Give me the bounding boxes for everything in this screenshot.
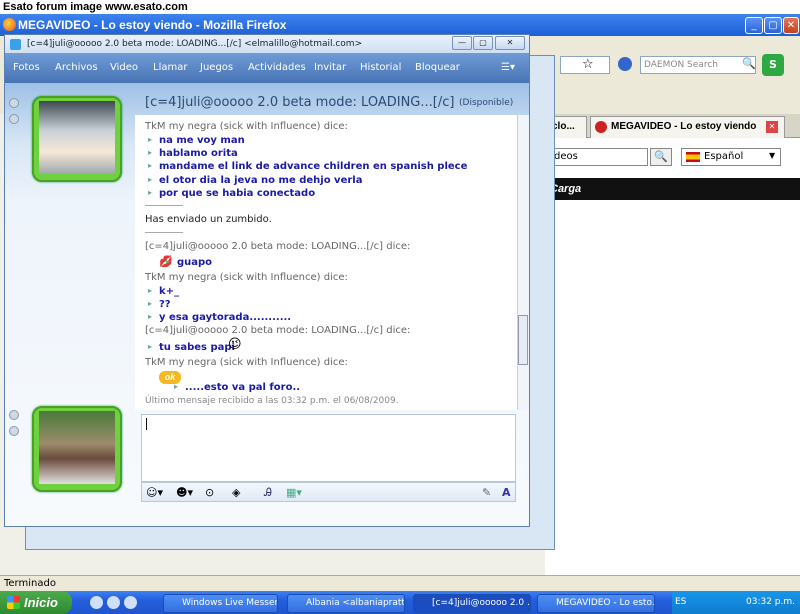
tab-megavideo[interactable]: MEGAVIDEO - Lo estoy viendo <box>590 116 785 138</box>
collapse-own-icon[interactable] <box>9 410 19 420</box>
quick-launch-icon[interactable] <box>90 596 103 609</box>
chat-message: mandame el link de advance children en s… <box>145 161 467 172</box>
menu-bloquear[interactable]: Bloquear <box>415 62 460 73</box>
voice-clip-icon[interactable]: ◈ <box>232 486 240 499</box>
forum-banner: Esato forum image www.esato.com <box>0 0 800 14</box>
handwriting-icon[interactable]: ✎ <box>482 486 491 499</box>
contact-avatar <box>39 101 115 174</box>
nudge-icon[interactable]: ⊙ <box>205 486 214 499</box>
chat-message: y esa gaytorada........... <box>145 312 291 323</box>
chat-message: k+_ <box>145 286 179 297</box>
text-mode-icon[interactable]: A <box>502 486 511 499</box>
formatting-toolbar: ☺▾ ☻▾ ⊙ ◈ Ꭿ ▦▾ ✎ A <box>141 482 516 502</box>
clock: 03:32 p.m. <box>746 597 795 607</box>
task-megavideo[interactable]: MEGAVIDEO - Lo esto... <box>537 594 655 613</box>
language-indicator[interactable]: ES <box>675 591 686 614</box>
chat-message: ?? <box>145 299 171 310</box>
msn-close-button[interactable]: ✕ <box>495 36 525 50</box>
wink-emoticon-icon: 😉 <box>228 337 242 352</box>
menu-video[interactable]: Video <box>110 62 138 73</box>
message-input[interactable] <box>141 414 516 482</box>
speaker-line: [c=4]juli@ooooo 2.0 beta mode: LOADING..… <box>145 241 411 252</box>
last-message-info: Último mensaje recibido a las 03:32 p.m.… <box>145 396 399 406</box>
menu-historial[interactable]: Historial <box>360 62 401 73</box>
menu-actividades[interactable]: Actividades <box>248 62 306 73</box>
speaker-line: [c=4]juli@ooooo 2.0 beta mode: LOADING..… <box>145 325 411 336</box>
page-content <box>545 138 800 578</box>
chat-message: por que se habia conectado <box>145 188 315 199</box>
own-avatar <box>39 411 115 484</box>
firefox-icon <box>3 18 16 31</box>
msn-title-bar: [c=4]juli@ooooo 2.0 beta mode: LOADING..… <box>5 35 529 53</box>
menu-archivos[interactable]: Archivos <box>55 62 98 73</box>
msn-menu-bar: Fotos Archivos Video Llamar Juegos Activ… <box>5 53 529 83</box>
daemon-icon[interactable] <box>618 57 632 71</box>
menu-llamar[interactable]: Llamar <box>153 62 187 73</box>
divider <box>145 232 183 233</box>
maximize-button[interactable]: ▢ <box>764 17 782 34</box>
firefox-title-bar: MEGAVIDEO - Lo estoy viendo - Mozilla Fi… <box>0 14 800 36</box>
daemon-search-input[interactable]: DAEMON Search <box>640 56 756 74</box>
quick-launch-icon[interactable] <box>107 596 120 609</box>
menu-options-icon[interactable]: ☰▾ <box>501 62 515 73</box>
chat-message: tu sabes papi <box>145 342 235 353</box>
menu-fotos[interactable]: Fotos <box>13 62 40 73</box>
contact-name: [c=4]juli@ooooo 2.0 beta mode: LOADING..… <box>145 95 455 110</box>
msn-maximize-button[interactable]: ▢ <box>473 36 493 50</box>
chat-message: guapo <box>163 257 212 268</box>
tab-close-icon[interactable]: ✕ <box>766 121 778 133</box>
msn-minimize-button[interactable]: — <box>452 36 472 50</box>
wink-menu-icon[interactable]: ☻▾ <box>176 486 193 499</box>
task-windows-live-messenger[interactable]: Windows Live Messen... <box>163 594 278 613</box>
chat-message: na me voy man <box>145 135 245 146</box>
divider <box>145 205 183 206</box>
chevron-down-icon: ▼ <box>769 151 776 160</box>
spain-flag-icon <box>686 152 700 162</box>
background-icon[interactable]: ▦▾ <box>286 486 302 499</box>
menu-invitar[interactable]: Invitar <box>314 62 346 73</box>
quick-launch-icon[interactable] <box>124 596 137 609</box>
own-card-icon[interactable] <box>9 426 19 436</box>
font-icon[interactable]: Ꭿ <box>264 486 272 500</box>
megavideo-favicon <box>595 121 607 133</box>
addon-s-icon[interactable]: S <box>762 54 784 76</box>
windows-logo-icon <box>7 596 20 609</box>
firefox-status-bar: Terminado <box>0 575 800 591</box>
task-conversation[interactable]: [c=4]juli@ooooo 2.0 ... <box>413 594 531 613</box>
contact-card-icon[interactable] <box>9 114 19 124</box>
megavideo-search-button[interactable]: 🔍 <box>650 148 672 166</box>
messenger-icon <box>10 39 21 50</box>
bookmark-star-icon[interactable]: ☆ <box>582 57 594 72</box>
system-message: Has enviado un zumbido. <box>145 214 272 225</box>
system-tray: ES 03:32 p.m. <box>672 591 800 614</box>
megavideo-search-input[interactable]: deos <box>550 148 648 166</box>
chat-transcript[interactable]: TkM my negra (sick with Influence) dice:… <box>135 115 517 410</box>
chat-message: el otor dia la jeva no me dehjo verla <box>145 175 362 186</box>
minimize-button[interactable]: _ <box>745 17 763 34</box>
chat-message: .....esto va pal foro.. <box>171 382 300 393</box>
search-icon[interactable]: 🔍 <box>742 57 756 70</box>
contact-status: (Disponible) <box>459 98 514 108</box>
scrollbar-thumb[interactable] <box>518 315 528 365</box>
emoticon-menu-icon[interactable]: ☺▾ <box>146 486 163 499</box>
collapse-icon[interactable] <box>9 98 19 108</box>
task-albania[interactable]: Albania <albaniapratt... <box>287 594 405 613</box>
speaker-line: TkM my negra (sick with Influence) dice: <box>145 272 348 283</box>
menu-juegos[interactable]: Juegos <box>200 62 233 73</box>
close-button[interactable]: ✕ <box>783 17 799 34</box>
megavideo-nav-bar: Carga <box>545 178 800 200</box>
chat-message: hablamo orita <box>145 148 238 159</box>
text-caret <box>146 418 147 430</box>
speaker-line: TkM my negra (sick with Influence) dice: <box>145 357 348 368</box>
speaker-line: TkM my negra (sick with Influence) dice: <box>145 121 348 132</box>
transcript-scrollbar[interactable] <box>517 115 529 410</box>
